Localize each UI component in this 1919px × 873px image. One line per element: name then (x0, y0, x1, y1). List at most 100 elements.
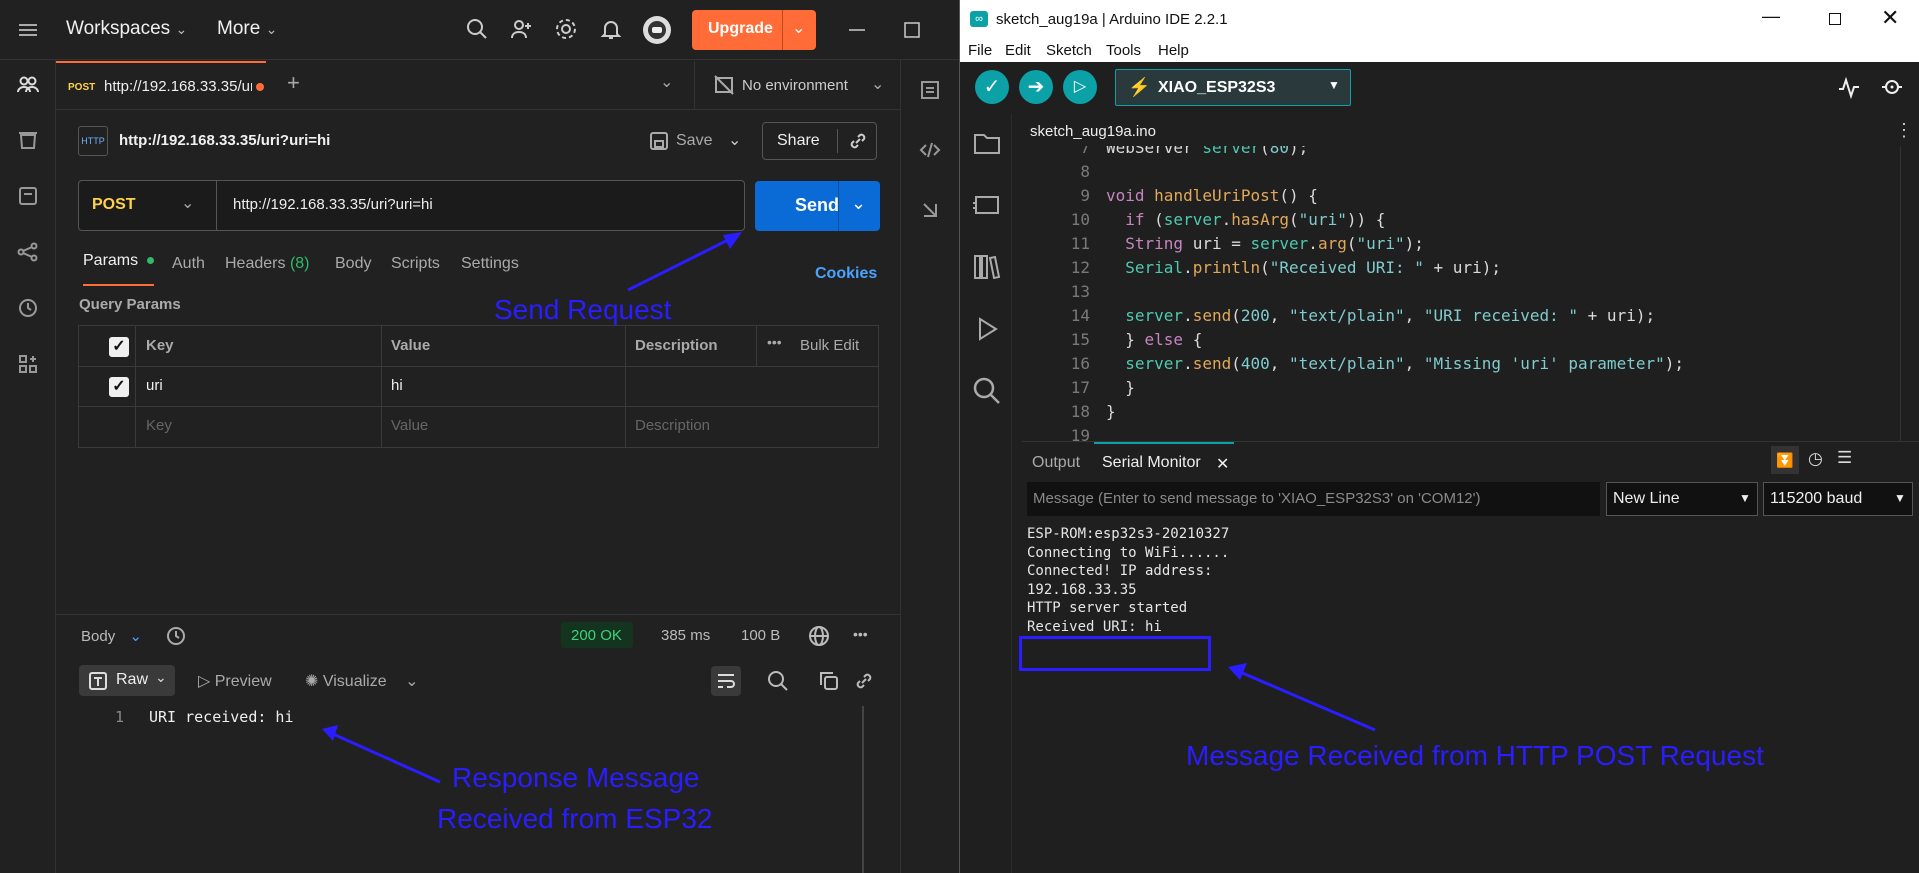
team-icon[interactable] (16, 72, 40, 96)
line-number: 16 (1070, 354, 1090, 373)
timestamp-icon[interactable]: ◷ (1808, 449, 1823, 469)
response-body-select[interactable]: Body ⌄ (81, 627, 142, 645)
boards-manager-icon[interactable] (972, 190, 1002, 220)
param-key[interactable]: uri (146, 377, 163, 394)
request-title[interactable]: http://192.168.33.35/uri?uri=hi (119, 132, 330, 149)
tab-serial-monitor[interactable]: Serial Monitor ✕ (1094, 442, 1234, 482)
param-value[interactable]: hi (391, 377, 403, 394)
tab-body[interactable]: Body (335, 255, 371, 273)
response-scrollbar[interactable] (862, 706, 864, 873)
environment-icon[interactable] (16, 184, 40, 208)
select-all-checkbox[interactable]: ✓ (109, 337, 129, 357)
file-tab[interactable]: sketch_aug19a.ino (1022, 114, 1172, 150)
upload-button[interactable]: ➔ (1019, 70, 1053, 104)
search-icon[interactable] (972, 376, 1002, 406)
documentation-icon[interactable] (918, 78, 942, 102)
bulk-edit-button[interactable]: Bulk Edit (800, 337, 859, 354)
maximize-icon[interactable] (900, 18, 924, 42)
verify-button[interactable]: ✓ (975, 70, 1009, 104)
related-collections-icon[interactable] (918, 198, 942, 222)
preview-button[interactable]: ▷ Preview (198, 671, 272, 691)
serial-output-line: Received URI: hi (1027, 618, 1162, 635)
method-select[interactable]: POST ⌄ (79, 181, 217, 230)
board-name: XIAO_ESP32S3 (1158, 79, 1276, 96)
close-icon[interactable]: ✕ (1881, 5, 1899, 31)
wrap-lines-button[interactable] (711, 666, 741, 696)
workspaces-menu[interactable]: Workspaces ⌄ (66, 18, 187, 40)
baud-select[interactable]: 115200 baud ▼ (1763, 482, 1913, 516)
response-body-text[interactable]: URI received: hi (149, 708, 294, 726)
serial-message-input[interactable]: Message (Enter to send message to 'XIAO_… (1027, 482, 1600, 516)
hamburger-menu-icon[interactable] (16, 18, 40, 42)
serial-monitor-icon[interactable] (1880, 75, 1904, 99)
tab-headers[interactable]: Headers (8) (225, 255, 310, 273)
bell-icon[interactable] (599, 17, 623, 41)
upgrade-button[interactable]: Upgrade ⌄ (692, 10, 816, 50)
tab-settings[interactable]: Settings (461, 255, 519, 273)
clear-output-icon[interactable]: ☰ (1837, 448, 1852, 468)
menu-edit[interactable]: Edit (1005, 42, 1031, 59)
code-line: } (1106, 378, 1135, 397)
more-menu[interactable]: More ⌄ (217, 18, 277, 40)
serial-plotter-icon[interactable] (1837, 75, 1861, 100)
code-line: if (server.hasArg("uri")) { (1125, 210, 1386, 229)
history-icon[interactable] (16, 296, 40, 320)
close-icon[interactable]: ✕ (1216, 454, 1229, 474)
history-icon[interactable] (164, 624, 188, 648)
tab-output[interactable]: Output (1032, 454, 1080, 472)
sketchbook-folder-icon[interactable] (972, 128, 1002, 158)
menu-tools[interactable]: Tools (1106, 42, 1141, 59)
add-user-icon[interactable] (509, 17, 533, 41)
new-tab-button[interactable]: + (287, 70, 300, 96)
tab-scripts[interactable]: Scripts (391, 255, 440, 273)
new-description-input[interactable]: Description (635, 417, 710, 434)
code-line: server.send(200, "text/plain", "URI rece… (1125, 306, 1656, 325)
tabs-overflow-chevron-icon[interactable]: ⌄ (660, 72, 673, 92)
tab-params[interactable]: Params (83, 252, 154, 286)
library-manager-icon[interactable] (972, 252, 1002, 282)
row-checkbox[interactable]: ✓ (109, 377, 129, 397)
maximize-icon[interactable] (1829, 13, 1841, 25)
raw-button[interactable]: Raw ⌄ (79, 665, 175, 696)
configure-workbench-icon[interactable] (16, 352, 40, 376)
minimize-icon[interactable] (845, 18, 869, 42)
debug-icon[interactable] (972, 314, 1002, 344)
line-number: 10 (1070, 210, 1090, 229)
link-icon[interactable] (852, 669, 876, 693)
more-options-icon[interactable]: ⋮ (1895, 120, 1913, 141)
tab-auth[interactable]: Auth (172, 255, 205, 273)
minimize-icon[interactable]: — (1762, 6, 1780, 27)
debug-button[interactable]: ▷ (1063, 70, 1097, 104)
line-ending-select[interactable]: New Line ▼ (1606, 482, 1758, 516)
params-active-dot (146, 257, 154, 265)
menu-sketch[interactable]: Sketch (1046, 42, 1092, 59)
menu-help[interactable]: Help (1158, 42, 1189, 59)
menu-file[interactable]: File (968, 42, 992, 59)
editor-scrollbar[interactable] (1900, 146, 1914, 441)
more-options-icon[interactable]: ••• (853, 626, 868, 642)
autoscroll-button[interactable]: ⏬ (1771, 446, 1799, 474)
code-editor[interactable]: 7 8 9 10 11 12 13 14 15 16 17 18 19 WebServer server… (1022, 146, 1919, 441)
avatar[interactable] (643, 16, 671, 44)
globe-icon[interactable] (807, 624, 831, 648)
new-key-input[interactable]: Key (146, 417, 172, 434)
search-icon[interactable] (766, 669, 790, 693)
search-icon[interactable] (465, 17, 489, 41)
code-icon[interactable] (918, 138, 942, 162)
new-value-input[interactable]: Value (391, 417, 428, 434)
trash-icon[interactable] (16, 128, 40, 152)
cookies-link[interactable]: Cookies (815, 265, 877, 283)
flows-icon[interactable] (16, 240, 40, 264)
save-button[interactable]: Save ⌄ (644, 124, 746, 158)
board-selector[interactable]: ⚡ XIAO_ESP32S3 ▼ (1115, 69, 1351, 106)
link-icon (847, 130, 871, 154)
request-tab[interactable]: POST http://192.168.33.35/ur (56, 61, 266, 109)
environment-selector[interactable]: No environment ⌄ (694, 61, 900, 109)
url-input[interactable]: http://192.168.33.35/uri?uri=hi (233, 196, 433, 213)
gear-icon[interactable] (554, 17, 578, 41)
send-button[interactable]: Send ⌄ (755, 181, 880, 231)
visualize-button[interactable]: ✺ Visualize ⌄ (305, 671, 418, 691)
share-button[interactable]: Share (762, 122, 877, 160)
copy-icon[interactable] (817, 669, 841, 693)
more-options-icon[interactable]: ••• (767, 334, 782, 350)
